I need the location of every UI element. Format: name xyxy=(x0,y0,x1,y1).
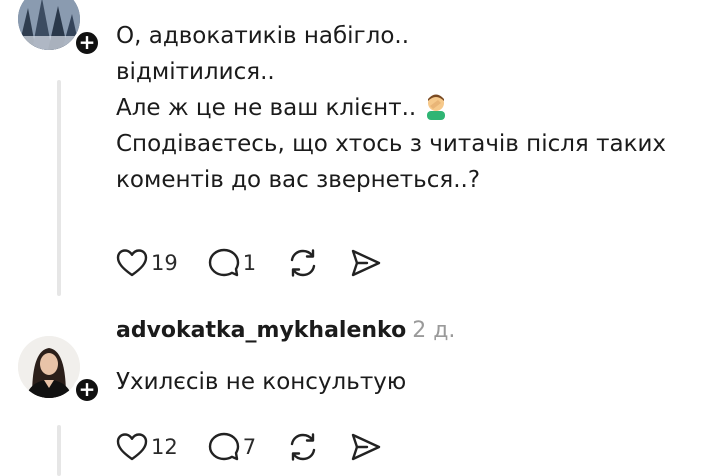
username[interactable]: advokatka_mykhalenko xyxy=(116,318,406,343)
comment-line: відмітилися.. xyxy=(116,59,275,85)
follow-plus-badge[interactable]: + xyxy=(73,376,101,404)
avatar-image xyxy=(18,336,80,398)
follow-plus-badge[interactable]: + xyxy=(73,29,101,57)
comment-line: О, адвокатиків набігло.. xyxy=(116,23,410,49)
like-button[interactable]: 12 xyxy=(116,432,178,462)
reply-count: 1 xyxy=(242,251,257,275)
timestamp: 2 д. xyxy=(412,318,456,343)
comment-actions: 12 7 xyxy=(116,429,412,465)
like-count: 19 xyxy=(151,251,178,275)
comment-header: advokatka_mykhalenko 2 д. xyxy=(116,318,455,343)
avatar[interactable] xyxy=(18,0,80,50)
reply-button[interactable]: 1 xyxy=(208,248,256,278)
repost-button[interactable] xyxy=(286,431,320,463)
share-button[interactable] xyxy=(350,432,382,462)
comment-line: Але ж це не ваш клієнт.. xyxy=(116,90,666,126)
avatar-image xyxy=(18,0,80,50)
comment-actions: 19 1 xyxy=(116,245,412,281)
repost-icon xyxy=(290,433,316,461)
like-count: 12 xyxy=(151,435,178,459)
share-icon xyxy=(351,249,381,277)
comment-icon xyxy=(208,432,239,461)
comment-text: Ухилєсів не консультую xyxy=(116,369,407,395)
reply-count: 7 xyxy=(242,435,257,459)
facepalm-emoji-icon xyxy=(427,94,446,120)
like-button[interactable]: 19 xyxy=(116,248,178,278)
reply-button[interactable]: 7 xyxy=(208,432,256,462)
thread-line-2 xyxy=(57,425,61,476)
repost-button[interactable] xyxy=(286,247,320,279)
comment-text: О, адвокатиків набігло.. відмітилися.. А… xyxy=(116,18,666,198)
thread-line-1 xyxy=(57,80,61,296)
comment-line: Сподіваєтесь, що хтось з читачів після т… xyxy=(116,131,667,157)
comment-line: коментів до вас звернеться..? xyxy=(116,167,481,193)
repost-icon xyxy=(290,249,316,277)
share-icon xyxy=(351,433,381,461)
avatar[interactable] xyxy=(18,336,80,398)
heart-icon xyxy=(116,433,148,461)
heart-icon xyxy=(116,249,148,277)
share-button[interactable] xyxy=(350,248,382,278)
comment-icon xyxy=(208,248,239,277)
